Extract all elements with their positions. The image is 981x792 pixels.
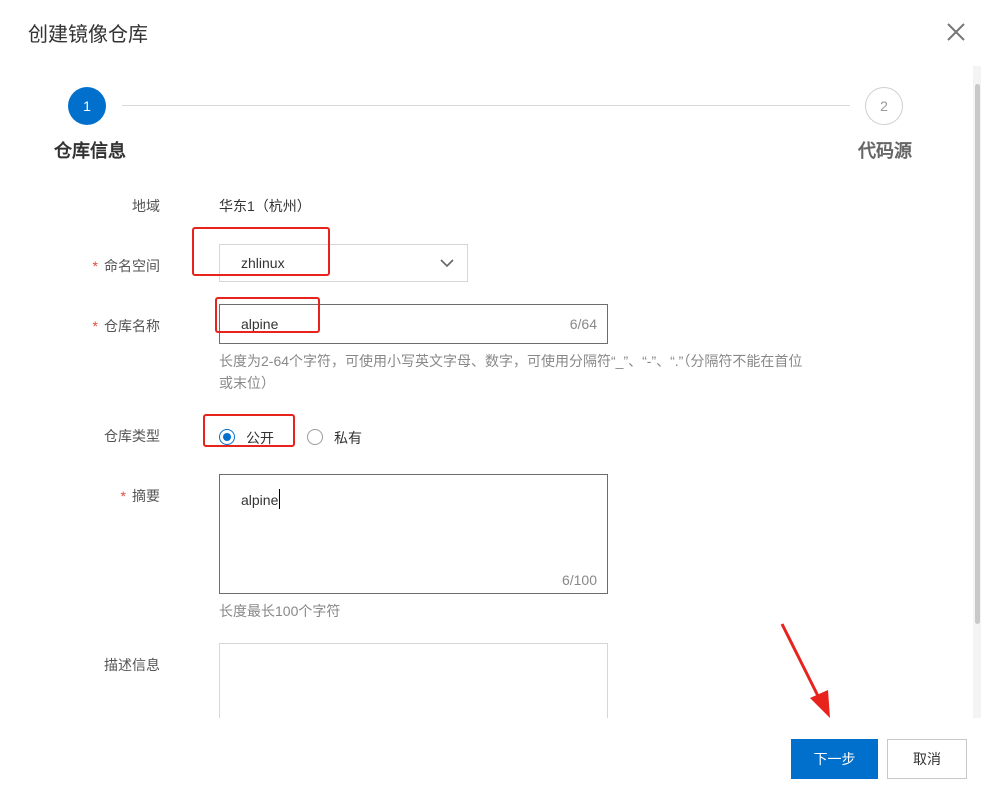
repo-name-label: * 仓库名称 [92,318,160,334]
summary-textarea[interactable]: alpine 6/100 [219,474,608,594]
description-label: 描述信息 [104,657,160,673]
namespace-select[interactable]: zhlinux [219,244,468,282]
scrollbar-thumb[interactable] [975,84,980,624]
radio-private[interactable] [307,429,323,445]
namespace-value: zhlinux [241,255,285,271]
description-textarea[interactable] [219,643,608,723]
cancel-button[interactable]: 取消 [887,739,967,779]
next-button[interactable]: 下一步 [791,739,878,779]
summary-value: alpine [241,492,279,508]
repo-name-input[interactable]: alpine 6/64 [219,304,608,344]
step-connector [122,105,850,106]
repo-name-counter: 6/64 [569,316,597,332]
step-1-label: 仓库信息 [54,141,126,161]
required-mark: * [92,318,98,334]
required-mark: * [92,258,98,274]
repo-name-hint-line2: 或末位） [219,375,275,391]
radio-private-label[interactable]: 私有 [334,428,362,448]
namespace-label: * 命名空间 [92,258,160,274]
text-caret [279,489,280,509]
dialog-title: 创建镜像仓库 [28,24,148,46]
close-icon[interactable] [944,20,968,44]
step-2-circle: 2 [865,87,903,125]
radio-public-label[interactable]: 公开 [246,428,274,448]
chevron-down-icon [440,259,454,268]
summary-counter: 6/100 [561,572,597,588]
annotation-arrow [780,623,830,718]
repo-type-label: 仓库类型 [104,428,160,444]
region-value: 华东1（杭州） [219,198,311,214]
radio-public[interactable] [219,429,235,445]
step-1-circle: 1 [68,87,106,125]
repo-name-value: alpine [241,316,279,332]
step-2-label: 代码源 [858,141,912,161]
summary-label: * 摘要 [120,488,160,504]
repo-name-hint-line1: 长度为2-64个字符，可使用小写英文字母、数字，可使用分隔符“_”、“-”、“.… [219,353,803,369]
required-mark: * [120,488,126,504]
summary-hint: 长度最长100个字符 [219,603,341,619]
region-label: 地域 [132,198,160,214]
